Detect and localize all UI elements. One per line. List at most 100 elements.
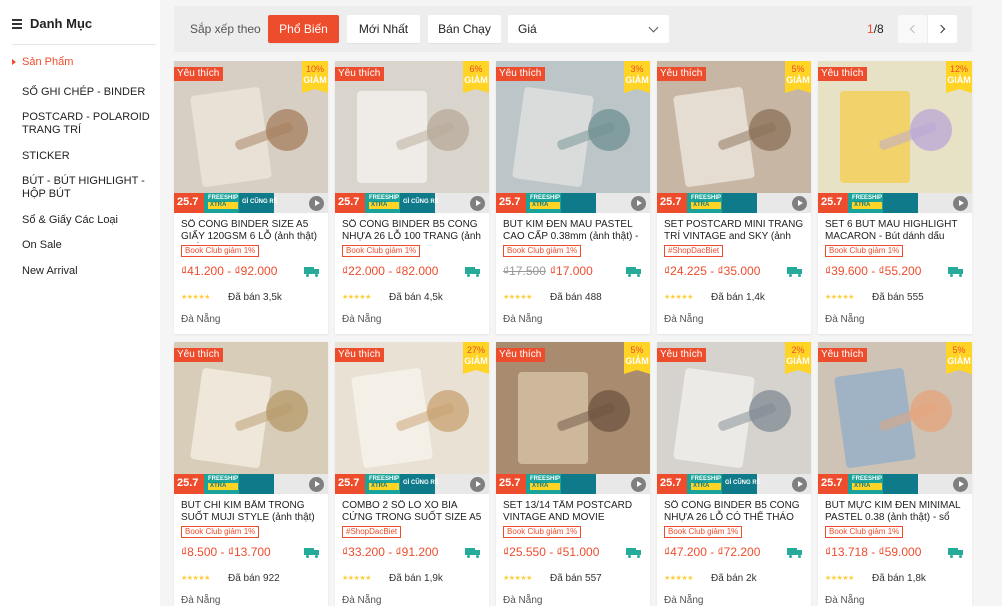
discount-label: GIẢM: [464, 356, 488, 366]
sold-count: Đã bán 4,5k: [389, 292, 443, 303]
favorite-badge: Yêu thích: [818, 67, 868, 81]
product-name[interactable]: BÚT CHÌ KIM BẤM TRONG SUỐT MUJI STYLE (ả…: [181, 500, 323, 524]
promo-date: 25.7: [660, 196, 682, 208]
play-video-icon[interactable]: [470, 196, 485, 211]
product-image[interactable]: Yêu thích 25.7 FREESHIP XTRA: [174, 342, 328, 494]
sidebar-item[interactable]: BÚT - BÚT HIGHLIGHT - HỘP BÚT: [0, 175, 150, 201]
product-tag: Book Club giảm 1%: [181, 245, 260, 257]
product-image[interactable]: Yêu thích 6% GIẢM 25.7 FREESHIP XTRA GÌ CŨ…: [335, 61, 489, 213]
favorite-badge: Yêu thích: [496, 67, 546, 81]
product-card[interactable]: Yêu thích 5% GIẢM 25.7 FREESHIP XTRA BÚT M…: [818, 342, 972, 606]
prev-page-button[interactable]: [898, 15, 927, 43]
sidebar-item[interactable]: STICKER: [0, 150, 150, 163]
discount-badge: 5% GIẢM: [785, 61, 811, 93]
sort-bestselling-button[interactable]: Bán Chạy: [428, 15, 501, 43]
play-video-icon[interactable]: [953, 477, 968, 492]
product-name[interactable]: COMBO 2 SỔ LÒ XO BÌA CỨNG TRONG SUỐT SIZ…: [342, 500, 484, 524]
play-video-icon[interactable]: [631, 477, 646, 492]
sort-bar: Sắp xếp theo Phổ Biến Mới Nhất Bán Chạy …: [174, 6, 972, 52]
play-video-icon[interactable]: [792, 477, 807, 492]
promo-banner: 25.7 FREESHIP XTRA GÌ CŨNG RẺ: [657, 474, 811, 494]
product-name[interactable]: SỔ CÒNG BINDER B5 CÒNG NHỰA 26 LỖ CÓ THỂ…: [664, 500, 806, 524]
sidebar-item-label: STICKER: [22, 150, 70, 162]
favorite-badge: Yêu thích: [335, 348, 385, 362]
freeship-text: FREESHIP: [852, 195, 883, 201]
shop-location: Đà Nẵng: [664, 314, 704, 325]
product-card[interactable]: Yêu thích 6% GIẢM 25.7 FREESHIP XTRA GÌ CŨ…: [335, 61, 489, 334]
favorite-badge: Yêu thích: [657, 67, 707, 81]
discount-percent: 12%: [949, 64, 968, 74]
promo-date: 25.7: [338, 477, 360, 489]
rating-stars: ★★★★★: [503, 294, 532, 301]
play-video-icon[interactable]: [309, 477, 324, 492]
promo-banner: 25.7 FREESHIP XTRA GÌ CŨNG RẺ: [335, 474, 489, 494]
product-image[interactable]: Yêu thích 5% GIẢM 25.7 FREESHIP XTRA: [818, 342, 972, 494]
product-card[interactable]: Yêu thích 10% GIẢM 25.7 FREESHIP XTRA GÌ C…: [174, 61, 328, 334]
favorite-badge: Yêu thích: [657, 348, 707, 362]
sidebar-item[interactable]: On Sale: [0, 239, 150, 252]
sidebar-item[interactable]: Sổ & Giấy Các Loại: [0, 214, 150, 227]
product-image[interactable]: Yêu thích 3% GIẢM 25.7 FREESHIP XTRA: [496, 61, 650, 213]
product-image[interactable]: Yêu thích 5% GIẢM 25.7 FREESHIP XTRA: [496, 342, 650, 494]
product-card[interactable]: Yêu thích 5% GIẢM 25.7 FREESHIP XTRA SET P…: [657, 61, 811, 334]
sold-count: Đã bán 922: [228, 573, 280, 584]
play-video-icon[interactable]: [470, 477, 485, 492]
product-name[interactable]: SỔ CÒNG BINDER SIZE A5 GIẤY 120GSM 6 LỖ …: [181, 219, 323, 243]
play-video-icon[interactable]: [953, 196, 968, 211]
promo-date: 25.7: [499, 477, 521, 489]
favorite-badge: Yêu thích: [174, 348, 224, 362]
product-card[interactable]: Yêu thích 3% GIẢM 25.7 FREESHIP XTRA BÚT K…: [496, 61, 650, 334]
next-page-button[interactable]: [928, 15, 957, 43]
promo-date: 25.7: [660, 477, 682, 489]
play-video-icon[interactable]: [792, 196, 807, 211]
sold-count: Đã bán 488: [550, 292, 602, 303]
product-name[interactable]: BÚT KIM ĐEN MÀU PASTEL CAO CẤP 0.38mm (ả…: [503, 219, 645, 243]
play-video-icon[interactable]: [631, 196, 646, 211]
sort-newest-button[interactable]: Mới Nhất: [347, 15, 420, 43]
current-price: ₫24.225 - ₫35.000: [664, 264, 761, 278]
product-image[interactable]: Yêu thích 27% GIẢM 25.7 FREESHIP XTRA GÌ C…: [335, 342, 489, 494]
category-sidebar: Danh Mục Sản Phẩm SỔ GHI CHÉP - BINDER POS…: [0, 0, 160, 606]
play-video-icon[interactable]: [309, 196, 324, 211]
product-name[interactable]: SET 13/14 TẤM POSTCARD VINTAGE AND MOVIE…: [503, 500, 645, 524]
product-card[interactable]: Yêu thích 25.7 FREESHIP XTRA BÚT CHÌ KIM …: [174, 342, 328, 606]
product-tag: Book Club giảm 1%: [664, 526, 743, 538]
sidebar-item[interactable]: New Arrival: [0, 265, 150, 278]
shop-location: Đà Nẵng: [825, 595, 865, 606]
discount-percent: 5%: [791, 64, 805, 74]
product-card[interactable]: Yêu thích 2% GIẢM 25.7 FREESHIP XTRA GÌ CŨ…: [657, 342, 811, 606]
sidebar-item-label: POSTCARD - POLAROID TRANG TRÍ: [22, 111, 150, 136]
promo-banner: 25.7 FREESHIP XTRA: [496, 193, 650, 213]
product-tag: Book Club giảm 1%: [342, 245, 421, 257]
product-image[interactable]: Yêu thích 10% GIẢM 25.7 FREESHIP XTRA GÌ C…: [174, 61, 328, 213]
product-name[interactable]: SỔ CÒNG BINDER B5 CÒNG NHỰA 26 LỖ 100 TR…: [342, 219, 484, 243]
rating-stars: ★★★★★: [181, 575, 210, 582]
discount-percent: 10%: [305, 64, 324, 74]
sidebar-item-label: On Sale: [22, 239, 62, 251]
favorite-badge: Yêu thích: [818, 348, 868, 362]
sold-count: Đã bán 1,9k: [389, 573, 443, 584]
product-card[interactable]: Yêu thích 12% GIẢM 25.7 FREESHIP XTRA SET …: [818, 61, 972, 334]
rating-stars: ★★★★★: [342, 294, 371, 301]
sidebar-item[interactable]: SỔ GHI CHÉP - BINDER: [0, 86, 150, 99]
discount-label: GIẢM: [464, 75, 488, 85]
sidebar-item[interactable]: POSTCARD - POLAROID TRANG TRÍ: [0, 111, 150, 137]
product-image[interactable]: Yêu thích 2% GIẢM 25.7 FREESHIP XTRA GÌ CŨ…: [657, 342, 811, 494]
freeship-text: FREESHIP: [530, 195, 561, 201]
product-card[interactable]: Yêu thích 27% GIẢM 25.7 FREESHIP XTRA GÌ C…: [335, 342, 489, 606]
price-sort-select[interactable]: Giá: [508, 15, 669, 43]
product-name[interactable]: BÚT MỰC KIM ĐEN MINIMAL PASTEL 0.38 (ảnh…: [825, 500, 967, 524]
sort-popular-button[interactable]: Phổ Biến: [268, 15, 339, 43]
product-card[interactable]: Yêu thích 5% GIẢM 25.7 FREESHIP XTRA SET 1…: [496, 342, 650, 606]
product-name[interactable]: SET POSTCARD MINI TRANG TRÍ VINTAGE and …: [664, 219, 806, 243]
chevron-right-icon: [936, 24, 946, 34]
product-name[interactable]: SET 6 BÚT MÀU HIGHLIGHT MACARON - Bút dá…: [825, 219, 967, 243]
sold-count: Đã bán 1,8k: [872, 573, 926, 584]
sidebar-item[interactable]: Sản Phẩm: [0, 56, 150, 69]
current-price: ₫41.200 - ₫92.000: [181, 264, 278, 278]
discount-percent: 5%: [630, 345, 644, 355]
promo-banner: 25.7 FREESHIP XTRA GÌ CŨNG RẺ: [174, 193, 328, 213]
freeship-text: FREESHIP: [369, 195, 400, 201]
product-image[interactable]: Yêu thích 12% GIẢM 25.7 FREESHIP XTRA: [818, 61, 972, 213]
product-image[interactable]: Yêu thích 5% GIẢM 25.7 FREESHIP XTRA: [657, 61, 811, 213]
